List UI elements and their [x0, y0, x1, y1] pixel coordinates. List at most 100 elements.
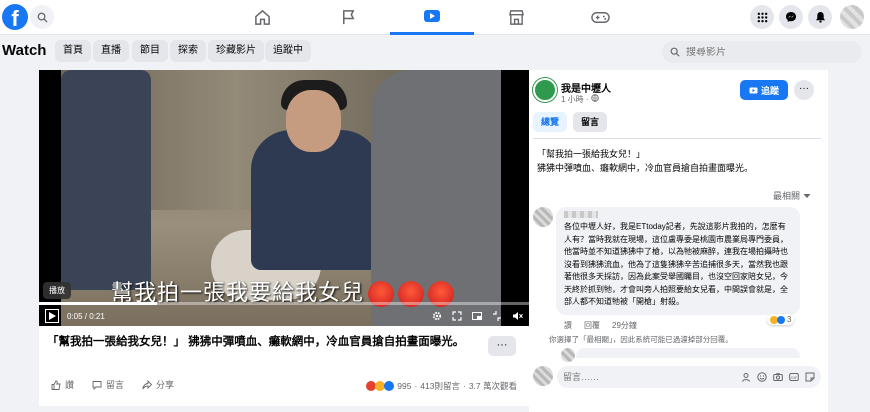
collapse-icon: [493, 311, 501, 321]
video-search-input[interactable]: [686, 46, 846, 58]
grid-menu-icon: [757, 12, 767, 22]
video-actions: 讚 留言 分享: [51, 378, 174, 391]
side-tabs: 總覽 留言: [533, 112, 608, 132]
nav-watch[interactable]: [390, 0, 474, 35]
share-icon: [142, 379, 153, 389]
like-button[interactable]: 讚: [51, 378, 74, 391]
video-title: 「幫我拍一張給我女兒！」 狒狒中彈噴血、癱軟網中，冷血官員搶自拍畫面曝光。: [47, 336, 465, 348]
my-avatar: [533, 366, 553, 386]
video-controls: 0:05 / 0:21: [39, 306, 529, 326]
share-button[interactable]: 分享: [142, 378, 174, 391]
watch-subnav: Watch 首頁 直播 節目 探索 珍藏影片 追蹤中: [0, 36, 870, 66]
video-info: 「幫我拍一張給我女兒！」 狒狒中彈噴血、癱軟網中，冷血官員搶自拍畫面曝光。 ··…: [39, 326, 529, 406]
video-progress-bar[interactable]: [39, 302, 529, 305]
search-icon: [37, 12, 48, 23]
tab-overview[interactable]: 總覽: [533, 112, 568, 132]
divider: [533, 138, 821, 139]
comment-time: 29分鐘: [612, 321, 637, 330]
video-player[interactable]: 幫我拍一張我要給我女兒 播放 0:05 / 0:21: [39, 70, 529, 326]
filter-notice: 你選擇了「最相關」，因此系統可能已過濾掉部分回覆。: [549, 335, 733, 344]
comment-like-link[interactable]: 讚: [564, 320, 572, 331]
pill-following[interactable]: 追蹤中: [265, 40, 311, 62]
composer-icons: GIF: [740, 372, 815, 383]
page-scrollbar[interactable]: [864, 36, 870, 412]
post-meta: 1 小時 ·: [561, 94, 599, 105]
pill-saved-videos[interactable]: 珍藏影片: [208, 40, 264, 62]
home-icon: [254, 9, 270, 25]
nav-gaming[interactable]: [558, 0, 642, 35]
nav-pages[interactable]: [306, 0, 390, 35]
collapse-button[interactable]: [491, 310, 503, 322]
comment-sort-dropdown[interactable]: 最相關: [773, 189, 811, 202]
gaming-icon: [590, 12, 610, 23]
fullscreen-button[interactable]: [451, 310, 463, 322]
pill-home[interactable]: 首頁: [55, 40, 91, 62]
page-name[interactable]: 我是中壢人: [561, 80, 611, 95]
facebook-logo[interactable]: f: [2, 4, 28, 30]
pip-button[interactable]: [471, 310, 483, 322]
tab-comments[interactable]: 留言: [573, 112, 608, 132]
page-more-button[interactable]: ···: [794, 80, 814, 100]
reply-bubble: [576, 348, 800, 358]
gif-button[interactable]: GIF: [788, 372, 799, 383]
commenter-name-redacted[interactable]: [564, 211, 598, 218]
comment-button[interactable]: 留言: [92, 378, 124, 391]
caret-down-icon: [803, 194, 811, 198]
pill-live[interactable]: 直播: [93, 40, 129, 62]
comment-bubble: 各位中壢人好，我是ETtoday記者，先說這影片我拍的，怎麼有人有？當時我就在現…: [556, 207, 800, 315]
marketplace-icon: [508, 10, 524, 25]
search-icon: [670, 47, 680, 57]
sticker-button[interactable]: [804, 372, 815, 383]
reaction-count[interactable]: 995: [397, 381, 411, 391]
sticker-icon: [805, 372, 814, 382]
comment-actions: 讚 回覆 29分鐘: [564, 320, 637, 331]
video-search[interactable]: [662, 41, 862, 63]
profile-avatar[interactable]: [840, 5, 864, 29]
camera-button[interactable]: [772, 372, 783, 383]
messenger-icon: [786, 12, 796, 22]
emoji-button[interactable]: [756, 372, 767, 383]
nav-marketplace[interactable]: [474, 0, 558, 35]
pill-shows[interactable]: 節目: [132, 40, 168, 62]
comment-input[interactable]: [563, 372, 693, 382]
messenger-button[interactable]: [779, 5, 803, 29]
follow-button[interactable]: 追蹤: [740, 80, 788, 100]
globe-icon: [591, 94, 599, 102]
post-description: 「幫我拍一張給我女兒！」 狒狒中彈噴血、癱軟網中，冷血官員搶自拍畫面曝光。: [537, 149, 754, 173]
top-navigation-bar: f: [0, 0, 870, 35]
bell-icon: [815, 11, 825, 23]
flag-icon: [342, 10, 354, 25]
search-button[interactable]: [30, 5, 54, 29]
watch-icon: [424, 10, 440, 22]
gif-icon: GIF: [788, 373, 799, 381]
comment-count[interactable]: 413則留言: [420, 380, 460, 392]
video-side-panel: 我是中壢人 1 小時 · 追蹤 ··· 總覽 留言 「幫我拍一張給我女兒！」 狒…: [529, 70, 828, 412]
comment-reactions[interactable]: 3: [767, 314, 795, 325]
like-reaction-icon: [777, 315, 785, 324]
picture-in-picture-icon: [472, 312, 482, 320]
notifications-button[interactable]: [808, 5, 832, 29]
video-more-button[interactable]: ···: [488, 336, 516, 356]
thumbs-up-icon: [51, 380, 61, 390]
gear-icon: [432, 311, 442, 321]
nav-home[interactable]: [220, 0, 304, 35]
expand-icon: [452, 311, 462, 321]
pill-explore[interactable]: 探索: [170, 40, 206, 62]
page-avatar[interactable]: [533, 78, 557, 102]
menu-button[interactable]: [750, 5, 774, 29]
avatar-sticker-button[interactable]: [740, 372, 751, 383]
avatar-sticker-icon: [741, 373, 750, 382]
comment-reply-link[interactable]: 回覆: [584, 320, 600, 331]
settings-button[interactable]: [431, 310, 443, 322]
video-time: 0:05 / 0:21: [67, 311, 105, 321]
video-progress-fill: [39, 302, 157, 305]
commenter-avatar[interactable]: [533, 207, 553, 227]
comment-text: 各位中壢人好，我是ETtoday記者，先說這影片我拍的，怎麼有人有？當時我就在現…: [564, 222, 788, 306]
reply-avatar[interactable]: [561, 348, 575, 362]
camera-icon: [772, 373, 783, 381]
comment-input-box[interactable]: GIF: [557, 366, 821, 388]
play-button[interactable]: [45, 309, 59, 323]
mute-button[interactable]: [511, 310, 523, 322]
comment-composer: GIF: [533, 366, 823, 390]
view-count: 3.7 萬次觀看: [468, 381, 517, 391]
